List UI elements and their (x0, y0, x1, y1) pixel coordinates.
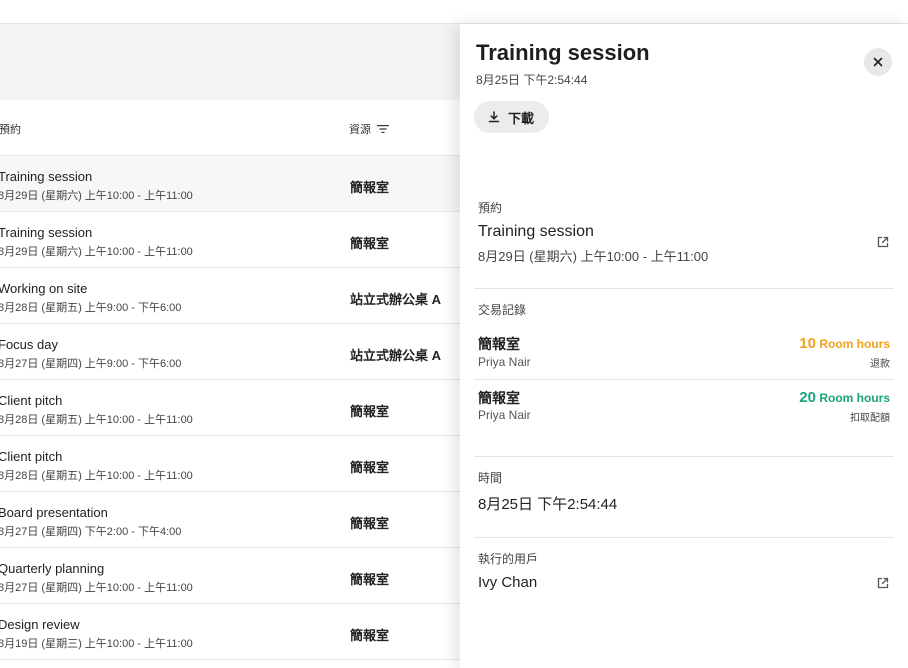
transaction-type: 退款 (870, 359, 890, 370)
panel-title: Training session (476, 40, 650, 65)
executing-user-name: Ivy Chan (478, 574, 538, 591)
booking-title: Training session (478, 223, 594, 240)
row-resource: 簡報室 (350, 180, 390, 195)
external-link-icon[interactable] (876, 235, 890, 249)
row-title: Client pitch (0, 393, 63, 408)
row-time: 8月29日 (星期六) 上午10:00 - 上午11:00 (0, 246, 193, 258)
booking-time: 8月29日 (星期六) 上午10:00 - 上午11:00 (478, 249, 709, 264)
row-resource: 簡報室 (350, 460, 390, 475)
row-time: 8月28日 (星期五) 上午9:00 - 下午6:00 (0, 302, 182, 314)
row-time: 8月27日 (星期四) 下午2:00 - 下午4:00 (0, 526, 182, 538)
divider (474, 456, 894, 457)
row-resource: 簡報室 (350, 236, 390, 251)
download-icon (488, 111, 500, 123)
divider (474, 379, 894, 380)
transaction-resource: 簡報室 (478, 390, 520, 406)
row-title: Working on site (0, 281, 88, 296)
transaction-amount-value: 10 (799, 335, 816, 352)
row-resource: 簡報室 (350, 572, 390, 587)
row-time: 8月19日 (星期三) 上午10:00 - 上午11:00 (0, 638, 193, 650)
external-link-icon[interactable] (876, 576, 890, 590)
filter-icon[interactable] (377, 124, 389, 134)
transaction-detail-panel: Training session 8月25日 下午2:54:44 下載 預約 T… (460, 24, 908, 668)
transaction-amount: 20 Room hours (799, 389, 890, 406)
transaction-type: 扣取配額 (850, 413, 890, 424)
booking-section-label: 預約 (478, 201, 503, 215)
transaction-amount-unit: Room hours (819, 337, 890, 351)
row-time: 8月28日 (星期五) 上午10:00 - 上午11:00 (0, 414, 193, 426)
row-resource: 站立式辦公桌 A (350, 348, 442, 363)
row-time: 8月27日 (星期四) 上午10:00 - 上午11:00 (0, 582, 193, 594)
download-button[interactable]: 下載 (474, 101, 550, 133)
transaction-user: Priya Nair (478, 355, 531, 369)
close-icon (873, 57, 883, 67)
time-section-label: 時間 (478, 471, 503, 485)
transaction-resource: 簡報室 (478, 336, 520, 352)
column-header-resource-label: 資源 (349, 124, 371, 136)
download-label: 下載 (508, 110, 535, 126)
panel-timestamp: 8月25日 下午2:54:44 (476, 73, 588, 87)
row-time: 8月27日 (星期四) 上午9:00 - 下午6:00 (0, 358, 182, 370)
divider (474, 288, 894, 289)
row-title: Focus day (0, 337, 58, 352)
transaction-user: Priya Nair (478, 408, 531, 422)
row-title: Design review (0, 617, 80, 632)
row-title: Client pitch (0, 449, 63, 464)
user-section-label: 執行的用戶 (478, 552, 539, 566)
time-value: 8月25日 下午2:54:44 (478, 496, 618, 513)
row-resource: 簡報室 (350, 516, 390, 531)
row-time: 8月28日 (星期五) 上午10:00 - 上午11:00 (0, 470, 193, 482)
transaction-amount: 10 Room hours (799, 335, 890, 352)
row-title: Training session (0, 169, 93, 184)
row-title: Training session (0, 225, 93, 240)
row-title: Quarterly planning (0, 561, 105, 576)
row-resource: 簡報室 (350, 404, 390, 419)
divider (474, 537, 894, 538)
top-bar (0, 0, 908, 24)
transaction-amount-value: 20 (799, 389, 816, 406)
column-header-booking[interactable]: 預約 (0, 121, 21, 137)
transactions-section-label: 交易記錄 (478, 303, 527, 317)
row-resource: 站立式辦公桌 A (350, 292, 442, 307)
transaction-amount-unit: Room hours (819, 391, 890, 405)
row-resource: 簡報室 (350, 628, 390, 643)
row-time: 8月29日 (星期六) 上午10:00 - 上午11:00 (0, 190, 193, 202)
close-button[interactable] (864, 48, 892, 76)
column-header-resource[interactable]: 資源 (349, 121, 389, 137)
row-title: Board presentation (0, 505, 108, 520)
